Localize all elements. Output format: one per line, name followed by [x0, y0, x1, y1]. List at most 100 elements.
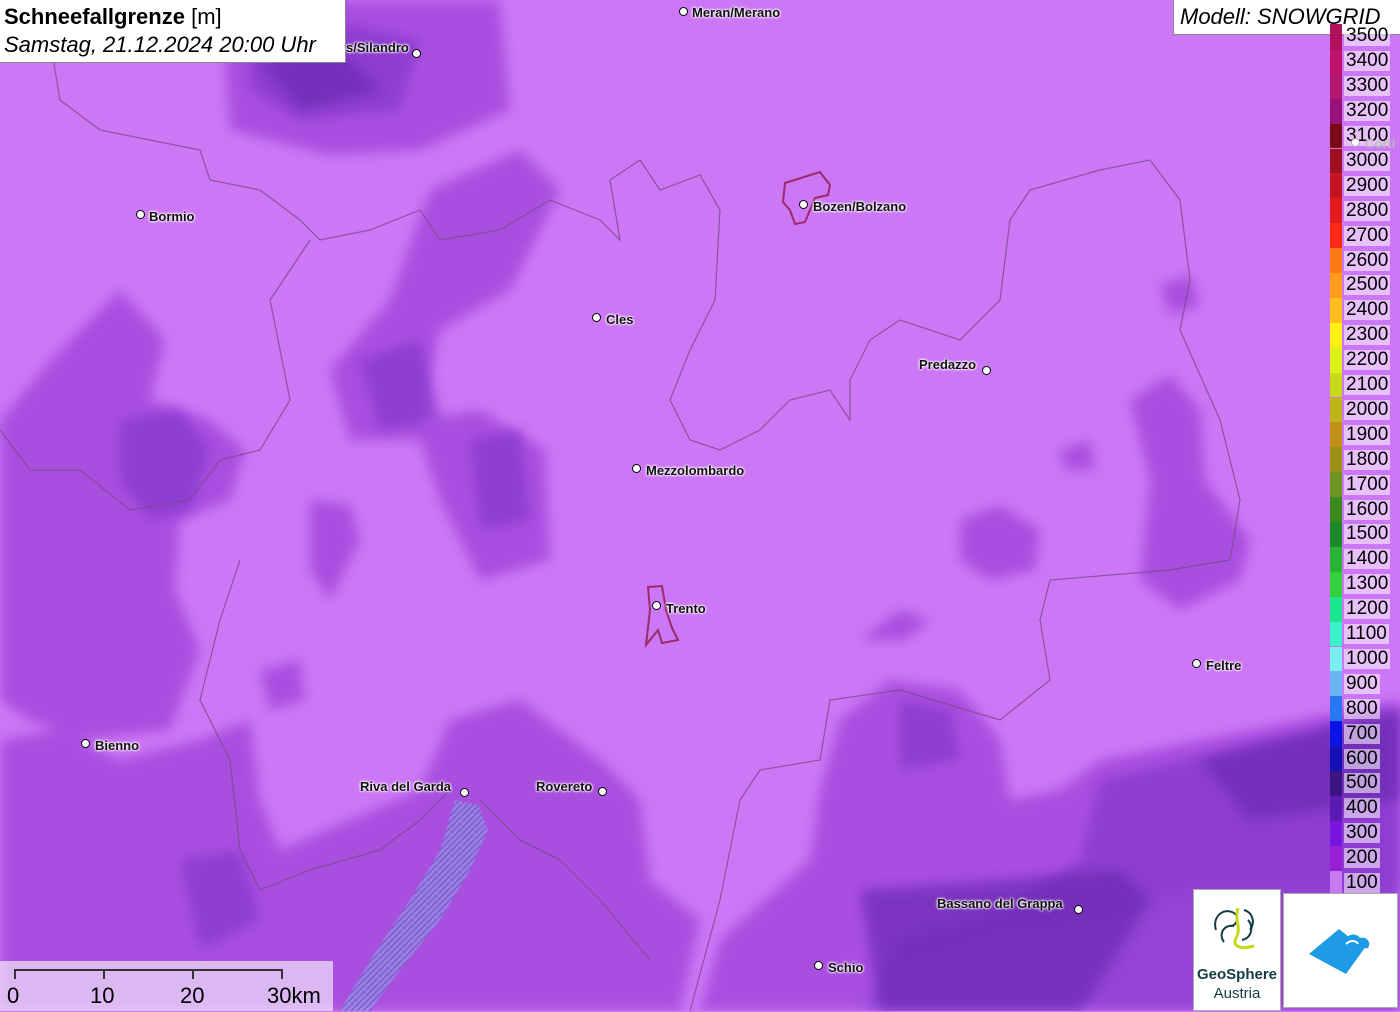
legend-swatch: [1330, 297, 1342, 323]
city-label: Cles: [606, 312, 634, 327]
legend-swatch: [1330, 173, 1342, 199]
scale-tick: [192, 969, 194, 979]
legend-entry-1600: 1600: [1328, 497, 1400, 522]
legend-label: 300: [1344, 822, 1380, 844]
legend-label: 1500: [1344, 523, 1391, 545]
city-marker-icon: [592, 313, 601, 322]
legend-swatch: [1330, 795, 1342, 821]
legend-swatch: [1330, 273, 1342, 298]
map-title-label: Schneefallgrenze: [4, 4, 185, 29]
logo-text-geosphere: GeoSphere: [1196, 966, 1278, 983]
legend-entry-2200: 2200: [1328, 347, 1400, 373]
city-marker-icon: [982, 366, 991, 375]
legend-label: 3000: [1344, 149, 1391, 171]
legend-entry-3200: 3200: [1328, 98, 1400, 124]
legend-label: 1300: [1344, 573, 1391, 595]
legend-label: 400: [1344, 797, 1380, 819]
city-marker-icon: [598, 787, 607, 796]
legend-entry-1900: 1900: [1328, 422, 1400, 448]
legend-swatch: [1330, 422, 1342, 448]
city-label: Corti: [1365, 136, 1396, 151]
city-label: Bozen/Bolzano: [813, 199, 907, 214]
legend-label: 800: [1344, 697, 1380, 719]
mountain-cloud-icon: [1309, 929, 1370, 974]
snowfall-line-map[interactable]: [0, 0, 1400, 1011]
legend-label: 2900: [1344, 174, 1391, 196]
legend-entry-900: 900: [1328, 671, 1400, 697]
legend-entry-1200: 1200: [1328, 596, 1400, 622]
legend-swatch: [1330, 198, 1342, 224]
scale-line: [14, 969, 282, 971]
legend-entry-1300: 1300: [1328, 571, 1400, 597]
legend-swatch: [1330, 248, 1342, 273]
legend-entry-2800: 2800: [1328, 198, 1400, 224]
legend-label: 2500: [1344, 274, 1391, 296]
city-label: Predazzo: [919, 357, 977, 372]
legend-label: 3400: [1344, 50, 1391, 72]
geosphere-emblem-icon: [1214, 907, 1255, 950]
weather-service-logo[interactable]: [1283, 893, 1398, 1008]
city-marker-icon: [1351, 138, 1360, 147]
legend-swatch: [1330, 73, 1342, 99]
legend-label: 1000: [1344, 647, 1391, 669]
legend-label: 2600: [1344, 249, 1391, 271]
city-label: Bormio: [149, 209, 195, 224]
city-marker-icon: [814, 961, 823, 970]
legend-label: 2700: [1344, 224, 1391, 246]
legend-label: 2000: [1344, 398, 1391, 420]
legend-entry-200: 200: [1328, 845, 1400, 871]
legend-label: 1900: [1344, 423, 1391, 445]
map-title: Schneefallgrenze [m]: [4, 3, 341, 31]
city-label: Bienno: [95, 738, 140, 753]
legend-entry-2400: 2400: [1328, 297, 1400, 323]
legend-label: 1800: [1344, 448, 1391, 470]
legend-label: 1700: [1344, 473, 1391, 495]
city-label: Bassano del Grappa: [937, 896, 1063, 911]
legend-swatch: [1330, 497, 1342, 522]
legend-swatch: [1330, 148, 1342, 174]
city-marker-icon: [81, 739, 90, 748]
legend-swatch: [1330, 671, 1342, 697]
legend-label: 1400: [1344, 548, 1391, 570]
legend-entry-700: 700: [1328, 721, 1400, 747]
map-datetime: Samstag, 21.12.2024 20:00 Uhr: [4, 32, 316, 57]
legend-swatch: [1330, 596, 1342, 622]
legend-label: 2400: [1344, 299, 1391, 321]
city-label: Meran/Merano: [692, 5, 781, 20]
legend-swatch: [1330, 746, 1342, 771]
scale-bar: 0 10 20 30km: [0, 961, 333, 1011]
legend-swatch: [1330, 571, 1342, 597]
color-legend: 3500 3400 3300 3200 3100 3000 2900 2800 2700 2600…: [1328, 24, 1400, 896]
legend-label: 2200: [1344, 349, 1391, 371]
legend-swatch: [1330, 123, 1342, 149]
legend-swatch: [1330, 771, 1342, 796]
legend-label: 3500: [1344, 25, 1391, 47]
geosphere-austria-logo[interactable]: GeoSphere Austria: [1193, 889, 1281, 1011]
scale-label-20: 20: [180, 983, 205, 1008]
city-marker-icon: [1074, 905, 1083, 914]
city-marker-icon: [652, 601, 661, 610]
city-marker-icon: [136, 210, 145, 219]
legend-label: 1100: [1344, 623, 1389, 645]
legend-label: 100: [1344, 872, 1380, 894]
city-marker-icon: [799, 200, 808, 209]
city-marker-icon: [460, 788, 469, 797]
legend-entry-2100: 2100: [1328, 372, 1400, 398]
legend-swatch: [1330, 696, 1342, 722]
legend-entry-2300: 2300: [1328, 322, 1400, 348]
city-label: Trento: [666, 601, 706, 616]
city-label: Riva del Garda: [360, 779, 452, 794]
city-marker-icon: [412, 49, 421, 58]
legend-entry-2600: 2600: [1328, 248, 1400, 273]
legend-label: 900: [1344, 672, 1380, 694]
legend-entry-2700: 2700: [1328, 223, 1400, 249]
legend-entry-1000: 1000: [1328, 646, 1400, 672]
legend-label: 2300: [1344, 324, 1391, 346]
legend-swatch: [1330, 845, 1342, 871]
legend-entry-2000: 2000: [1328, 397, 1400, 423]
legend-entry-500: 500: [1328, 771, 1400, 796]
legend-swatch: [1330, 472, 1342, 498]
scale-tick: [103, 969, 105, 979]
legend-entry-300: 300: [1328, 820, 1400, 846]
legend-swatch: [1330, 48, 1342, 74]
